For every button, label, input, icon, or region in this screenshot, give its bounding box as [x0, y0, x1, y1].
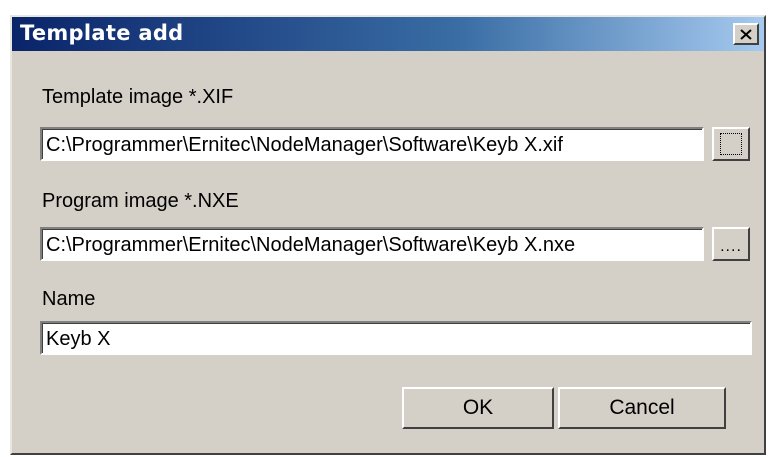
browse-ellipsis: .... — [720, 238, 742, 255]
template-add-dialog: Template add Template image *.XIF C:\Pro… — [10, 15, 766, 455]
program-image-browse-button[interactable]: .... — [712, 227, 750, 261]
focus-rectangle — [720, 133, 742, 155]
template-image-path-field[interactable]: C:\Programmer\Ernitec\NodeManager\Softwa… — [40, 127, 704, 161]
name-label: Name — [42, 288, 96, 310]
name-field[interactable]: Keyb X — [40, 321, 752, 355]
program-image-path-field[interactable]: C:\Programmer\Ernitec\NodeManager\Softwa… — [40, 227, 704, 261]
template-image-label: Template image *.XIF — [42, 86, 234, 108]
title-bar[interactable]: Template add — [12, 17, 764, 51]
program-image-label: Program image *.NXE — [42, 190, 239, 212]
dialog-title: Template add — [20, 21, 184, 45]
close-icon — [740, 28, 752, 40]
close-button[interactable] — [733, 23, 759, 45]
ok-button[interactable]: OK — [402, 387, 554, 429]
template-image-browse-button[interactable] — [712, 127, 750, 161]
cancel-button[interactable]: Cancel — [558, 387, 726, 429]
